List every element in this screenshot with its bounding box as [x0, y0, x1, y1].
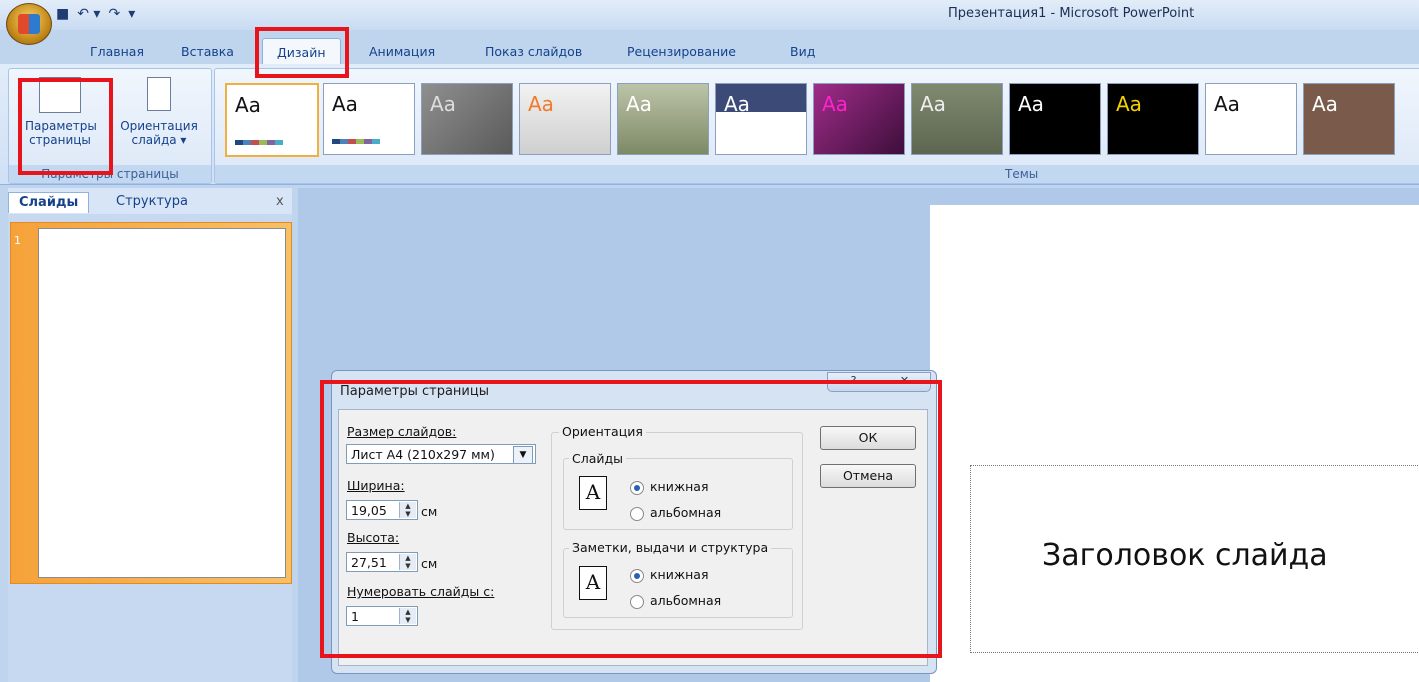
- theme-10[interactable]: Aa: [1107, 83, 1199, 155]
- pane-tabs: Слайды Структура x: [8, 188, 292, 214]
- group-label-themes: Темы: [215, 165, 1419, 183]
- theme-5[interactable]: Aa: [617, 83, 709, 155]
- tab-view[interactable]: Вид: [790, 44, 815, 59]
- tab-insert[interactable]: Вставка: [181, 44, 234, 59]
- slide-number: 1: [14, 234, 21, 247]
- title-placeholder-text: Заголовок слайда: [1042, 538, 1328, 573]
- tab-review[interactable]: Рецензирование: [627, 44, 736, 59]
- orientation-icon: [147, 77, 171, 111]
- theme-8[interactable]: Aa: [911, 83, 1003, 155]
- highlight-page-setup-button: [18, 78, 113, 175]
- theme-11[interactable]: Aa: [1205, 83, 1297, 155]
- office-logo-icon: [18, 14, 40, 34]
- ribbon: Параметры страницы Ориентация слайда ▾ П…: [0, 64, 1419, 185]
- theme-3[interactable]: Aa: [421, 83, 513, 155]
- theme-12[interactable]: Aa: [1303, 83, 1395, 155]
- theme-2[interactable]: Aa: [323, 83, 415, 155]
- tab-animation[interactable]: Анимация: [369, 44, 435, 59]
- slide-thumbnail[interactable]: [38, 228, 286, 578]
- tab-home[interactable]: Главная: [90, 44, 144, 59]
- customize-qat-icon[interactable]: ▾: [128, 6, 135, 22]
- themes-group: Aa Aa Aa Aa Aa Aa Aa Aa Aa Aa Aa Aa Темы: [214, 68, 1419, 184]
- window-title: Презентация1 - Microsoft PowerPoint: [948, 6, 1195, 21]
- theme-9[interactable]: Aa: [1009, 83, 1101, 155]
- theme-7[interactable]: Aa: [813, 83, 905, 155]
- theme-office[interactable]: Aa: [225, 83, 319, 157]
- tab-slideshow[interactable]: Показ слайдов: [485, 44, 582, 59]
- save-icon[interactable]: ■: [56, 6, 69, 22]
- slide-orientation-button[interactable]: Ориентация слайда ▾: [109, 77, 209, 147]
- undo-icon[interactable]: ↶ ▾: [77, 6, 100, 22]
- close-pane-icon[interactable]: x: [266, 192, 294, 212]
- highlight-design-tab: [255, 27, 349, 78]
- tab-slides[interactable]: Слайды: [8, 192, 90, 213]
- tab-outline[interactable]: Структура: [106, 192, 198, 212]
- office-button[interactable]: [6, 3, 52, 45]
- redo-icon[interactable]: ↷: [108, 6, 120, 22]
- highlight-dialog: [320, 380, 942, 658]
- quick-access-toolbar: ■ ↶ ▾ ↷ ▾: [56, 4, 135, 24]
- theme-4[interactable]: Aa: [519, 83, 611, 155]
- ribbon-tabs: Главная Вставка Дизайн Анимация Показ сл…: [0, 30, 1419, 70]
- title-bar: [0, 0, 1419, 30]
- theme-6[interactable]: Aa: [715, 83, 807, 155]
